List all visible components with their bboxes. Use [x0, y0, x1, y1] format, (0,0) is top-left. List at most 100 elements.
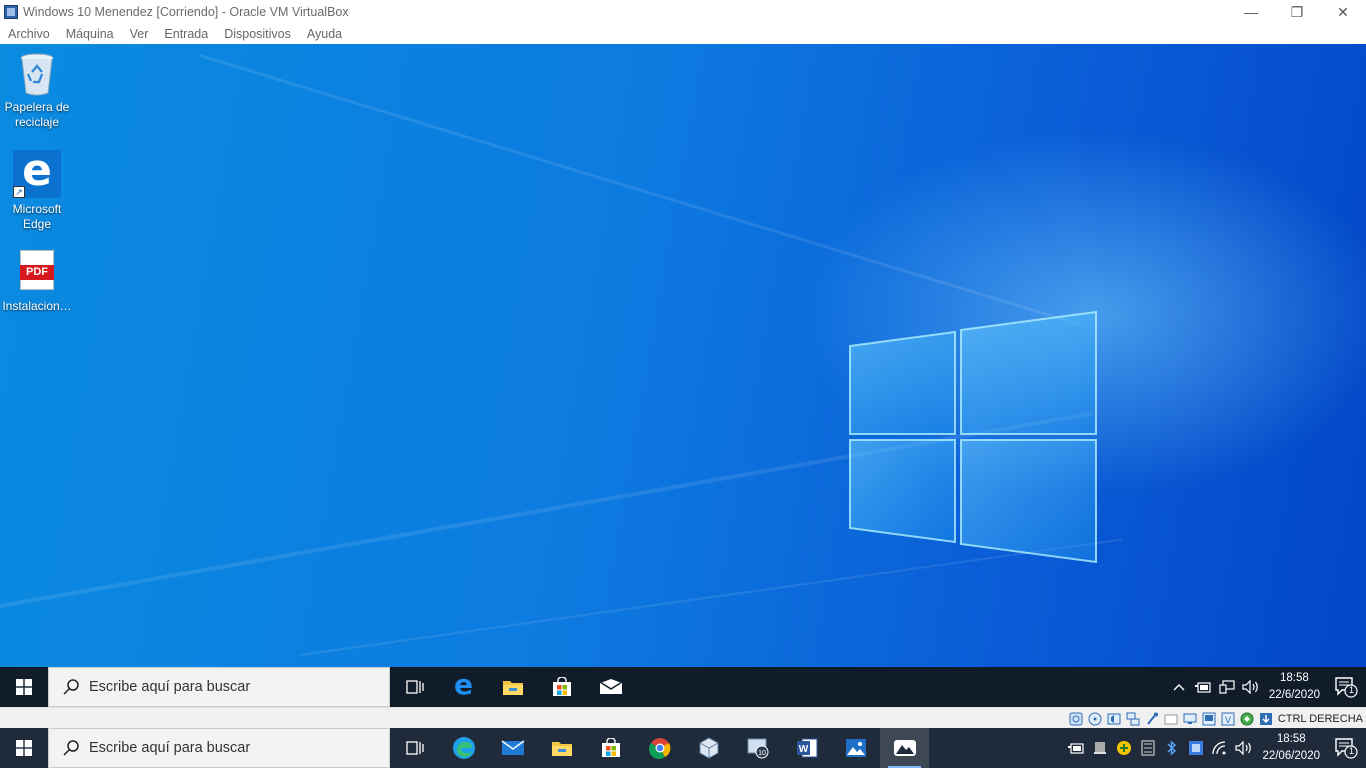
host-tray-wifi[interactable] — [1208, 728, 1232, 768]
host-search-box[interactable]: Escribe aquí para buscar — [48, 728, 390, 768]
tray-network[interactable] — [1215, 667, 1239, 707]
task-view-button[interactable] — [390, 667, 439, 707]
windows-start-icon — [16, 740, 32, 756]
windows-start-icon — [16, 679, 32, 695]
photos-icon — [845, 739, 866, 757]
host-taskbar: Escribe aquí para buscar 10 W 18:58 22/0… — [0, 728, 1366, 768]
host-tray-battery[interactable] — [1064, 728, 1088, 768]
show-hidden-icons-button[interactable] — [1167, 667, 1191, 707]
title-bar: Windows 10 Menendez [Corriendo] - Oracle… — [0, 0, 1366, 24]
volume-icon — [1242, 680, 1258, 694]
guest-taskbar: Escribe aquí para buscar e 18:58 22/6/20… — [0, 667, 1366, 707]
task-view-icon — [405, 741, 424, 755]
host-start-button[interactable] — [0, 728, 48, 768]
taskbar-store[interactable] — [537, 667, 586, 707]
shared-folders-status-icon[interactable] — [1163, 711, 1179, 727]
host-tray-bluetooth[interactable] — [1160, 728, 1184, 768]
host-taskbar-mail[interactable] — [488, 728, 537, 768]
file-explorer-icon — [551, 742, 572, 756]
search-placeholder: Escribe aquí para buscar — [89, 740, 251, 756]
close-icon: ✕ — [1337, 3, 1349, 20]
word-icon: W — [796, 738, 817, 758]
desktop-icon-label: reciclaje — [14, 115, 59, 129]
store-icon — [601, 738, 620, 757]
taskbar-mail[interactable] — [586, 667, 635, 707]
host-taskbar-chrome[interactable] — [635, 728, 684, 768]
menu-archivo[interactable]: Archivo — [0, 27, 58, 41]
network-status-icon[interactable] — [1125, 711, 1141, 727]
restore-icon: ❐ — [1290, 3, 1304, 20]
mail-icon — [501, 740, 524, 755]
file-explorer-icon — [502, 681, 523, 695]
notification-count: 1 — [1349, 685, 1355, 695]
host-taskbar-store[interactable] — [586, 728, 635, 768]
host-tray-app[interactable] — [1112, 728, 1136, 768]
menu-entrada[interactable]: Entrada — [156, 27, 216, 41]
vm-running-icon — [893, 740, 916, 756]
desktop-icon-edge[interactable]: e ↗ Microsoft Edge — [0, 149, 74, 232]
host-tray-drive[interactable] — [1088, 728, 1112, 768]
host-taskbar-running-vm[interactable] — [880, 728, 929, 768]
notification-icon — [1335, 677, 1358, 698]
desktop-icon-recycle-bin[interactable]: Papelera de reciclaje — [0, 52, 74, 130]
optical-drive-status-icon[interactable] — [1087, 711, 1103, 727]
network-icon — [1219, 680, 1235, 694]
minimize-button[interactable]: — — [1228, 0, 1274, 24]
host-taskbar-win10-media[interactable]: 10 — [733, 728, 782, 768]
audio-status-icon[interactable] — [1106, 711, 1122, 727]
menu-ayuda[interactable]: Ayuda — [299, 27, 350, 41]
host-task-view-button[interactable] — [390, 728, 439, 768]
battery-plug-icon — [1068, 743, 1085, 754]
host-tray-virtualbox[interactable] — [1184, 728, 1208, 768]
host-taskbar-photos[interactable] — [831, 728, 880, 768]
mouse-integration-status-icon[interactable] — [1239, 711, 1255, 727]
host-tray-volume[interactable] — [1232, 728, 1256, 768]
restore-button[interactable]: ❐ — [1274, 0, 1320, 24]
display-status-icon[interactable] — [1182, 711, 1198, 727]
menu-maquina[interactable]: Máquina — [58, 27, 122, 41]
hard-disk-status-icon[interactable] — [1068, 711, 1084, 727]
search-box[interactable]: Escribe aquí para buscar — [48, 667, 390, 707]
vt-x-status-icon[interactable]: V — [1220, 711, 1236, 727]
host-tray-film[interactable] — [1136, 728, 1160, 768]
notification-count: 1 — [1349, 746, 1355, 756]
tray-volume[interactable] — [1239, 667, 1263, 707]
usb-status-icon[interactable] — [1144, 711, 1160, 727]
taskbar-edge[interactable]: e — [439, 667, 488, 707]
host-taskbar-word[interactable]: W — [782, 728, 831, 768]
host-clock[interactable]: 18:58 22/06/2020 — [1256, 731, 1326, 765]
start-button[interactable] — [0, 667, 48, 707]
desktop-icon-label: Microsoft — [12, 202, 62, 216]
action-center-button[interactable]: 1 — [1326, 667, 1366, 707]
mail-icon — [599, 679, 622, 694]
shortcut-arrow-icon: ↗ — [13, 186, 25, 198]
menu-dispositivos[interactable]: Dispositivos — [216, 27, 299, 41]
desktop-icon-label: Instalacion… — [2, 299, 72, 313]
host-action-center-button[interactable]: 1 — [1326, 728, 1366, 768]
guest-desktop[interactable]: Papelera de reciclaje e ↗ Microsoft Edge… — [0, 44, 1366, 667]
windows-logo-wallpaper — [849, 310, 1097, 564]
chrome-icon — [648, 738, 670, 759]
notification-icon — [1335, 738, 1358, 759]
close-button[interactable]: ✕ — [1320, 0, 1366, 24]
taskbar-file-explorer[interactable] — [488, 667, 537, 707]
volume-icon — [1235, 741, 1252, 755]
host-key-label: CTRL DERECHA — [1277, 712, 1363, 725]
search-placeholder: Escribe aquí para buscar — [89, 679, 251, 695]
keyboard-capture-status-icon[interactable] — [1258, 711, 1274, 727]
tray-battery[interactable] — [1191, 667, 1215, 707]
menu-ver[interactable]: Ver — [122, 27, 157, 41]
host-taskbar-edge[interactable] — [439, 728, 488, 768]
vm-status-bar: V CTRL DERECHA — [0, 707, 1366, 728]
desktop-icon-pdf[interactable]: PDF Instalacion… — [0, 250, 74, 314]
virtualbox-window-icon[interactable] — [4, 5, 18, 19]
host-taskbar-virtualbox[interactable] — [684, 728, 733, 768]
guest-clock[interactable]: 18:58 22/6/2020 — [1263, 670, 1326, 704]
clock-date: 22/6/2020 — [1268, 689, 1320, 701]
wifi-icon — [1212, 741, 1226, 755]
edge-chromium-icon — [452, 737, 475, 759]
clock-time: 18:58 — [1276, 733, 1306, 745]
light-beam — [199, 54, 1081, 326]
video-capture-status-icon[interactable] — [1201, 711, 1217, 727]
host-taskbar-file-explorer[interactable] — [537, 728, 586, 768]
